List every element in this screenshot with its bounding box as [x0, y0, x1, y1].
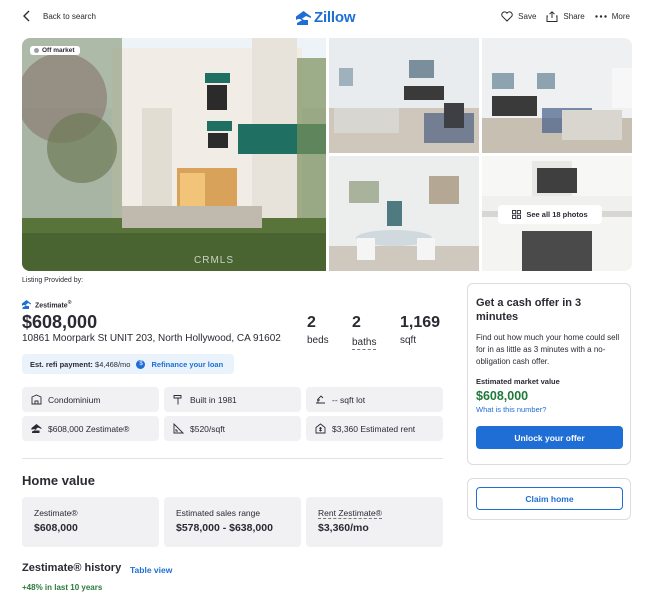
save-label: Save — [518, 12, 537, 21]
building-icon — [31, 394, 42, 405]
sqft-stat: 1,169 sqft — [400, 314, 440, 347]
see-all-label: See all 18 photos — [526, 210, 588, 219]
photo-living-room-2[interactable] — [482, 38, 632, 153]
share-icon — [546, 11, 558, 22]
zestimate-icon — [31, 424, 42, 433]
zestimate-label: Zestimate — [35, 302, 68, 310]
living-room-photo — [482, 38, 632, 153]
price: $608,000 — [22, 312, 98, 332]
fact-text: -- sqft lot — [332, 394, 366, 405]
zillow-logo[interactable]: Zillow — [296, 9, 355, 26]
heart-icon — [501, 11, 513, 22]
market-value: $608,000 — [476, 389, 529, 403]
fact-year-built: Built in 1981 — [164, 387, 301, 412]
main-photo[interactable]: Off market — [22, 38, 326, 271]
watermark: CRMLS — [194, 255, 235, 266]
top-bar: Back to search Zillow Save Share More — [0, 0, 650, 36]
history-change: +48% in last 10 years — [22, 583, 103, 592]
off-market-badge: Off market — [30, 46, 80, 55]
baths-stat[interactable]: 2 baths — [352, 314, 377, 350]
rent-zestimate-card[interactable]: Rent Zestimate® $3,360/mo — [306, 497, 443, 547]
status-dot-icon — [34, 48, 39, 53]
home-value-title: Home value — [22, 473, 95, 488]
rent-icon — [315, 423, 326, 434]
fact-text: $520/sqft — [190, 423, 225, 434]
section-divider — [22, 458, 443, 459]
card-label-wrap: Rent Zestimate® — [318, 508, 443, 519]
cash-offer-title: Get a cash offer in 3 minutes — [476, 297, 582, 323]
claim-home-button[interactable]: Claim home — [476, 487, 623, 510]
market-value-label: Estimated market value — [476, 377, 560, 386]
claim-home-card: Claim home — [467, 478, 631, 520]
card-label: Zestimate® — [34, 508, 78, 518]
zestimate-history-title: Zestimate® history — [22, 562, 122, 574]
logo-text: Zillow — [314, 9, 356, 26]
sqft-count: 1,169 — [400, 314, 441, 331]
table-view-link[interactable]: Table view — [130, 565, 172, 575]
facts-grid: Condominium Built in 1981 -- sqft lot $6… — [22, 387, 443, 441]
save-button[interactable]: Save — [501, 11, 536, 22]
fact-rent: $3,360 Estimated rent — [306, 416, 443, 441]
zestimate-heading: Zestimate® — [22, 300, 71, 309]
dining-room-photo — [329, 156, 479, 271]
header-actions: Save Share More — [501, 11, 630, 22]
cash-offer-card: Get a cash offer in 3 minutes Find out h… — [467, 283, 631, 465]
fact-text: $3,360 Estimated rent — [332, 423, 416, 434]
listing-provided-by: Listing Provided by: — [22, 277, 84, 284]
more-label: More — [611, 12, 630, 21]
cash-offer-description: Find out how much your home could sell f… — [476, 333, 620, 366]
share-label: Share — [563, 12, 585, 21]
more-button[interactable]: More — [595, 11, 630, 22]
sales-range-card: Estimated sales range $578,000 - $638,00… — [164, 497, 301, 547]
refi-label: Est. refi payment: — [30, 359, 93, 369]
back-label: Back to search — [43, 11, 96, 21]
photo-dining[interactable] — [329, 156, 479, 271]
chevron-left-icon — [23, 10, 30, 22]
beds-count: 2 — [307, 314, 316, 331]
fact-home-type: Condominium — [22, 387, 159, 412]
refi-amount: $4,468/mo — [95, 359, 131, 369]
fact-text: $608,000 Zestimate® — [48, 423, 130, 434]
living-room-photo — [329, 38, 479, 153]
photo-gallery: Off market CRMLS — [22, 38, 632, 271]
hammer-icon — [173, 395, 182, 405]
unlock-offer-button[interactable]: Unlock your offer — [476, 426, 623, 449]
ruler-icon — [173, 423, 184, 434]
back-to-search-link[interactable]: Back to search — [22, 10, 96, 22]
registered-mark: ® — [67, 300, 72, 306]
home-value-cards: Zestimate® $608,000 Estimated sales rang… — [22, 497, 443, 547]
fact-lot-size: -- sqft lot — [306, 387, 443, 412]
card-label: Estimated sales range — [176, 508, 261, 518]
zestimate-card: Zestimate® $608,000 — [22, 497, 159, 547]
address: 10861 Moorpark St UNIT 203, North Hollyw… — [22, 333, 281, 344]
card-value: $3,360/mo — [318, 522, 369, 534]
sqft-label: sqft — [400, 335, 417, 346]
refinance-link[interactable]: Refinance your loan — [151, 360, 223, 369]
building-exterior-photo — [22, 38, 326, 271]
fact-text: Condominium — [48, 394, 101, 405]
fact-text: Built in 1981 — [190, 394, 237, 405]
grid-icon — [512, 210, 522, 219]
off-market-label: Off market — [42, 47, 75, 54]
beds-label: beds — [307, 335, 329, 346]
card-value: $578,000 - $638,000 — [176, 522, 273, 534]
zillow-mini-icon — [22, 300, 31, 310]
card-value: $608,000 — [34, 522, 78, 534]
refi-payment-banner: Est. refi payment: $4,468/mo $ Refinance… — [22, 354, 234, 374]
card-label: Rent Zestimate® — [318, 508, 382, 519]
beds-stat: 2 beds — [307, 314, 329, 347]
fact-price-per-sqft: $520/sqft — [164, 416, 301, 441]
zillow-logo-icon — [296, 10, 311, 25]
baths-count: 2 — [352, 314, 361, 331]
what-is-this-link[interactable]: What is this number? — [476, 405, 622, 414]
baths-label: baths — [352, 337, 377, 350]
see-all-photos-button[interactable]: See all 18 photos — [498, 205, 602, 224]
photo-living-room-1[interactable] — [329, 38, 479, 153]
share-button[interactable]: Share — [546, 11, 585, 22]
lot-icon — [316, 395, 325, 404]
more-dots-icon — [595, 15, 607, 18]
dollar-circle-icon: $ — [136, 359, 146, 369]
fact-zestimate: $608,000 Zestimate® — [22, 416, 159, 441]
